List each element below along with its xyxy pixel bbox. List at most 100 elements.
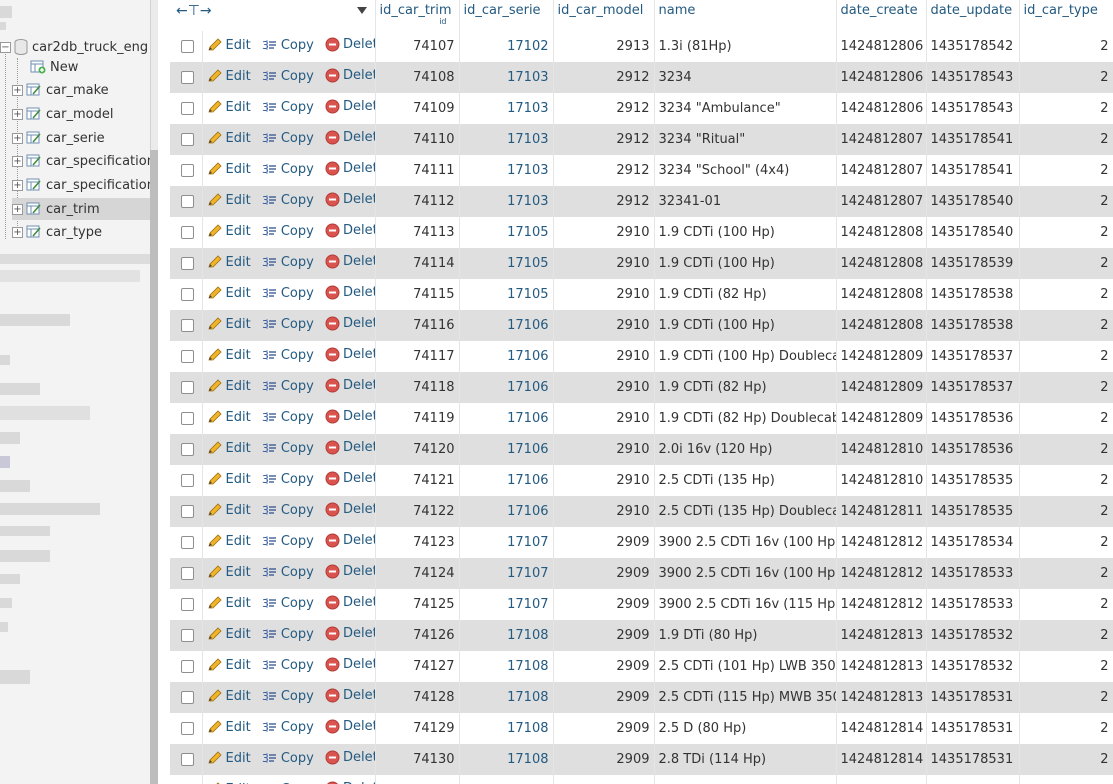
copy-label[interactable]: Copy	[281, 627, 314, 642]
table-label[interactable]: car_make	[46, 83, 109, 98]
cell-date-create[interactable]: 1424812808	[836, 217, 927, 248]
cell-id-car-trim[interactable]: 74112	[375, 186, 460, 217]
delete-label[interactable]: Delete	[343, 316, 374, 331]
delete-button[interactable]: Delete	[325, 192, 374, 207]
cell-id-car-type[interactable]: 2	[1019, 279, 1113, 310]
edit-label[interactable]: Edit	[226, 286, 251, 301]
cell-id-car-model[interactable]: 2910	[553, 403, 655, 434]
copy-label[interactable]: Copy	[281, 565, 314, 580]
delete-label[interactable]: Delete	[343, 657, 374, 672]
edit-label[interactable]: Edit	[226, 503, 251, 518]
cell-name[interactable]: 3234 "Ritual"	[654, 124, 837, 155]
cell-date-create[interactable]: 1424812812	[836, 527, 927, 558]
row-checkbox[interactable]	[181, 598, 194, 611]
delete-button[interactable]: Delete	[325, 223, 374, 238]
cell-date-update[interactable]: 1435178532	[926, 620, 1020, 651]
cell-date-create[interactable]: 1424812807	[836, 186, 927, 217]
delete-label[interactable]: Delete	[343, 223, 374, 238]
delete-label[interactable]: Delete	[343, 347, 374, 362]
row-checkbox[interactable]	[181, 753, 194, 766]
delete-label[interactable]: Delete	[343, 130, 374, 145]
cell-id-car-type[interactable]: 2	[1019, 651, 1113, 682]
row-checkbox[interactable]	[181, 71, 194, 84]
cell-id-car-model[interactable]: 2910	[553, 341, 655, 372]
copy-label[interactable]: Copy	[281, 348, 314, 363]
table-row[interactable]: Edit 3 Copy Delete 74129 17108 2909 2.	[170, 713, 1113, 744]
cell-date-update[interactable]: 1435178533	[926, 589, 1020, 620]
cell-id-car-trim[interactable]: 74108	[375, 62, 460, 93]
table-label[interactable]: car_type	[46, 225, 102, 240]
cell-id-car-model[interactable]: 2909	[553, 713, 655, 744]
column-label[interactable]: id_car_trim	[380, 3, 452, 18]
cell-name[interactable]: 2.5 DTi (115 Hp)	[654, 775, 837, 784]
cell-id-car-model[interactable]: 2912	[553, 155, 655, 186]
row-checkbox[interactable]	[181, 505, 194, 518]
delete-label[interactable]: Delete	[343, 285, 374, 300]
cell-name[interactable]: 1.9 CDTi (100 Hp)	[654, 310, 837, 341]
cell-date-update[interactable]: 1435178538	[926, 310, 1020, 341]
cell-name[interactable]: 3900 2.5 CDTi 16v (100 Hp)	[654, 527, 837, 558]
row-checkbox[interactable]	[181, 257, 194, 270]
edit-label[interactable]: Edit	[226, 472, 251, 487]
cell-date-update[interactable]: 1435178534	[926, 527, 1020, 558]
copy-label[interactable]: Copy	[281, 162, 314, 177]
edit-label[interactable]: Edit	[226, 348, 251, 363]
edit-button[interactable]: Edit	[207, 286, 251, 301]
delete-button[interactable]: Delete	[325, 595, 374, 610]
cell-id-car-type[interactable]: 2	[1019, 713, 1113, 744]
table-node-car-specification-value[interactable]: + car_specification_value	[12, 174, 150, 196]
cell-id-car-type[interactable]: 2	[1019, 186, 1113, 217]
cell-date-create[interactable]: 1424812810	[836, 465, 927, 496]
cell-date-create[interactable]: 1424812814	[836, 713, 927, 744]
edit-button[interactable]: Edit	[207, 751, 251, 766]
cell-date-create[interactable]: 1424812808	[836, 279, 927, 310]
cell-id-car-serie[interactable]: 17102	[459, 31, 554, 62]
edit-button[interactable]: Edit	[207, 658, 251, 673]
cell-id-car-serie[interactable]: 17108	[459, 651, 554, 682]
table-row[interactable]: Edit 3 Copy Delete 74107 17102 2913 1.	[170, 31, 1113, 62]
delete-label[interactable]: Delete	[343, 564, 374, 579]
copy-label[interactable]: Copy	[281, 193, 314, 208]
cell-name[interactable]: 1.9 CDTi (100 Hp)	[654, 217, 837, 248]
copy-label[interactable]: Copy	[281, 131, 314, 146]
database-node[interactable]: − car2db_truck_eng	[0, 36, 150, 58]
delete-label[interactable]: Delete	[343, 533, 374, 548]
table-label[interactable]: car_serie	[46, 131, 105, 146]
copy-button[interactable]: 3 Copy	[262, 379, 314, 394]
table-label[interactable]: car_model	[46, 107, 113, 122]
cell-date-update[interactable]: 1435178539	[926, 248, 1020, 279]
dropdown-arrow-icon[interactable]	[356, 7, 367, 14]
cell-id-car-model[interactable]: 2910	[553, 279, 655, 310]
copy-label[interactable]: Copy	[281, 286, 314, 301]
cell-id-car-model[interactable]: 2909	[553, 775, 655, 784]
copy-label[interactable]: Copy	[281, 751, 314, 766]
cell-date-create[interactable]: 1424812807	[836, 155, 927, 186]
delete-label[interactable]: Delete	[343, 68, 374, 83]
copy-button[interactable]: 3 Copy	[262, 658, 314, 673]
cell-date-create[interactable]: 1424812809	[836, 403, 927, 434]
expand-icon[interactable]: +	[12, 203, 23, 215]
cell-id-car-model[interactable]: 2912	[553, 186, 655, 217]
cell-name[interactable]: 1.9 CDTi (82 Hp)	[654, 279, 837, 310]
delete-button[interactable]: Delete	[325, 254, 374, 269]
cell-name[interactable]: 3234 "Ambulance"	[654, 93, 837, 124]
expand-icon[interactable]: +	[12, 84, 23, 96]
cell-id-car-trim[interactable]: 74114	[375, 248, 460, 279]
cell-id-car-serie[interactable]: 17108	[459, 713, 554, 744]
cell-id-car-serie[interactable]: 17106	[459, 434, 554, 465]
cell-id-car-type[interactable]: 2	[1019, 558, 1113, 589]
copy-button[interactable]: 3 Copy	[262, 286, 314, 301]
edit-button[interactable]: Edit	[207, 255, 251, 270]
cell-id-car-model[interactable]: 2910	[553, 496, 655, 527]
cell-id-car-serie[interactable]: 17106	[459, 372, 554, 403]
cell-id-car-model[interactable]: 2912	[553, 124, 655, 155]
cell-id-car-type[interactable]: 2	[1019, 465, 1113, 496]
cell-date-create[interactable]: 1424812813	[836, 651, 927, 682]
cell-name[interactable]: 3900 2.5 CDTi 16v (115 Hp)	[654, 589, 837, 620]
edit-label[interactable]: Edit	[226, 627, 251, 642]
edit-label[interactable]: Edit	[226, 441, 251, 456]
row-checkbox[interactable]	[181, 660, 194, 673]
cell-id-car-model[interactable]: 2910	[553, 248, 655, 279]
cell-id-car-model[interactable]: 2910	[553, 434, 655, 465]
copy-button[interactable]: 3 Copy	[262, 627, 314, 642]
